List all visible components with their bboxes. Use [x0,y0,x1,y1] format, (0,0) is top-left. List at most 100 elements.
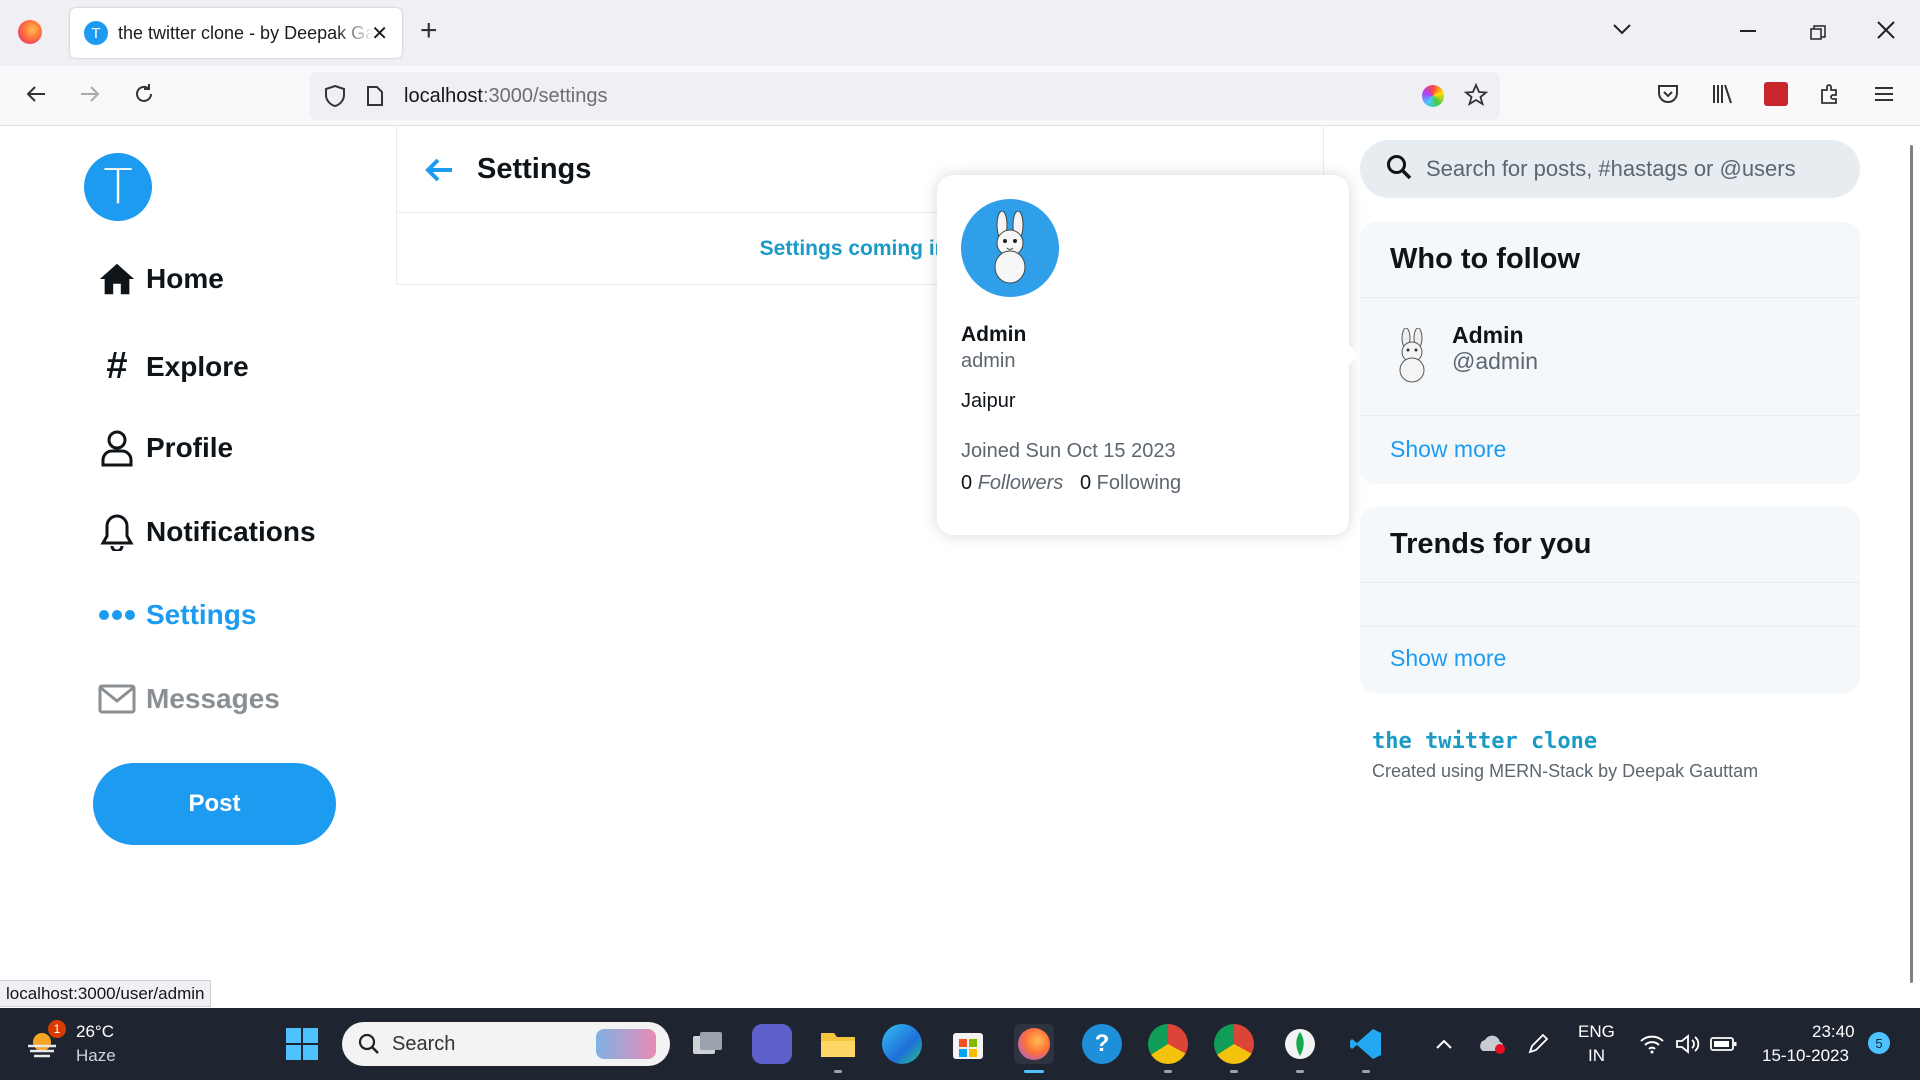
shield-icon[interactable] [324,84,346,113]
following-link[interactable]: 0 Following [1080,472,1181,494]
url-host: localhost [404,85,483,107]
language-top[interactable]: ENG [1578,1022,1615,1042]
who-to-follow-title: Who to follow [1360,222,1860,298]
task-view-icon[interactable] [688,1024,728,1064]
wifi-icon[interactable] [1632,1024,1672,1064]
clock-time[interactable]: 23:40 [1812,1022,1855,1042]
language-bottom[interactable]: IN [1588,1046,1605,1066]
mongodb-compass-icon[interactable] [1280,1024,1320,1064]
vscode-icon[interactable] [1346,1024,1386,1064]
microsoft-store-icon[interactable] [948,1024,988,1064]
file-explorer-icon[interactable] [818,1024,858,1064]
notification-count-badge[interactable]: 5 [1868,1032,1890,1054]
forward-icon[interactable] [78,82,102,111]
profile-hover-card: Admin admin Jaipur Joined Sun Oct 15 202… [937,175,1359,535]
search-bar[interactable] [1360,140,1860,198]
post-button[interactable]: Post [93,763,336,845]
running-indicator [1164,1070,1172,1073]
restore-window-icon[interactable] [1810,24,1826,47]
following-label: Following [1096,472,1182,494]
close-window-icon[interactable] [1876,20,1896,46]
firefox-icon[interactable] [18,20,42,44]
page-info-icon[interactable] [366,85,384,112]
running-indicator [1362,1070,1370,1073]
extension-red-icon[interactable] [1764,82,1788,106]
sidebar-item-label: Notifications [146,516,316,547]
active-indicator [1024,1070,1044,1073]
taskbar: 1 26°C Haze Search ? ENG IN 23:40 15-10-… [0,1008,1920,1080]
page-scrollbar[interactable] [1910,145,1913,983]
who-to-follow-show-more-link[interactable]: Show more [1360,436,1860,463]
bunny-avatar-icon [1388,327,1436,384]
onedrive-error-icon[interactable] [1472,1024,1512,1064]
battery-icon[interactable] [1704,1024,1744,1064]
user-icon [98,429,136,467]
follow-user-handle: @admin [1452,348,1538,374]
weather-desc: Haze [76,1046,116,1065]
link-status-bar: localhost:3000/user/admin [0,980,212,1007]
volume-icon[interactable] [1668,1024,1708,1064]
footer-subtitle: Created using MERN-Stack by Deepak Gautt… [1372,761,1759,781]
app-page: T Home # Explore Profile Notifications S… [0,127,1920,1007]
clock-date[interactable]: 15-10-2023 [1762,1046,1849,1066]
running-indicator [834,1070,842,1073]
new-tab-icon[interactable]: + [420,16,438,46]
minimize-window-icon[interactable] [1740,30,1756,32]
sidebar-item-explore[interactable]: # Explore [98,345,249,388]
sidebar-item-label: Messages [146,683,280,714]
extension-color-icon[interactable] [1422,85,1444,107]
firefox-taskbar-icon[interactable] [1014,1024,1054,1064]
search-highlight-icon [596,1029,656,1059]
trends-panel: Trends for you Show more [1360,507,1860,693]
search-input[interactable] [1426,156,1846,182]
pocket-icon[interactable] [1656,82,1680,111]
sidebar-item-settings[interactable]: Settings [98,599,256,631]
trends-list [1360,583,1860,627]
followers-label: Followers [977,472,1064,494]
sidebar-item-profile[interactable]: Profile [98,429,233,467]
extensions-puzzle-icon[interactable] [1818,82,1842,111]
teams-chat-icon[interactable] [752,1024,792,1064]
profile-avatar[interactable] [961,199,1059,297]
profile-name[interactable]: Admin [961,323,1026,347]
trends-show-more-link[interactable]: Show more [1360,645,1860,672]
sidebar-item-home[interactable]: Home [98,261,224,297]
followers-link[interactable]: 0 Followers [961,472,1063,494]
tab-list-chevron-icon[interactable] [1612,18,1632,41]
profile-handle: admin [961,350,1016,372]
browser-nav-bar: localhost:3000/settings [0,66,1920,126]
sidebar-item-notifications[interactable]: Notifications [98,513,316,551]
url-path: :3000/settings [482,85,608,107]
sidebar-item-label: Profile [146,432,234,463]
menu-hamburger-icon[interactable] [1872,82,1896,111]
back-arrow-icon[interactable] [419,150,459,190]
tab-title: the twitter clone - by Deepak Gauttam [118,22,374,43]
pen-icon[interactable] [1518,1024,1558,1064]
close-tab-icon[interactable]: ✕ [371,21,388,46]
follow-suggestion[interactable]: Admin @admin [1360,298,1860,416]
help-app-icon[interactable]: ? [1082,1024,1122,1064]
footer-title[interactable]: the twitter clone [1372,729,1597,754]
edge-browser-icon[interactable] [882,1024,922,1064]
show-hidden-icons-chevron[interactable] [1424,1024,1464,1064]
app-logo[interactable]: T [84,153,152,221]
trends-title: Trends for you [1360,507,1860,583]
home-icon [98,261,136,297]
search-icon [358,1033,380,1055]
library-icon[interactable] [1710,82,1734,111]
weather-badge: 1 [48,1020,66,1038]
reload-icon[interactable] [132,82,156,111]
back-icon[interactable] [24,82,48,111]
sidebar-item-label: Explore [146,350,249,382]
page-title: Settings [477,153,592,185]
taskbar-search[interactable]: Search [342,1022,670,1066]
windows-start-icon[interactable] [282,1024,322,1064]
browser-tab[interactable]: T the twitter clone - by Deepak Gauttam … [70,8,402,58]
sidebar-item-messages[interactable]: Messages [98,683,280,715]
profile-location: Jaipur [961,390,1016,412]
chrome-icon[interactable] [1148,1024,1188,1064]
who-to-follow-panel: Who to follow Admin @admin Show more [1360,222,1860,484]
bookmark-star-icon[interactable] [1463,82,1489,112]
address-bar[interactable]: localhost:3000/settings [310,72,1500,120]
chrome-profile-icon[interactable] [1214,1024,1254,1064]
